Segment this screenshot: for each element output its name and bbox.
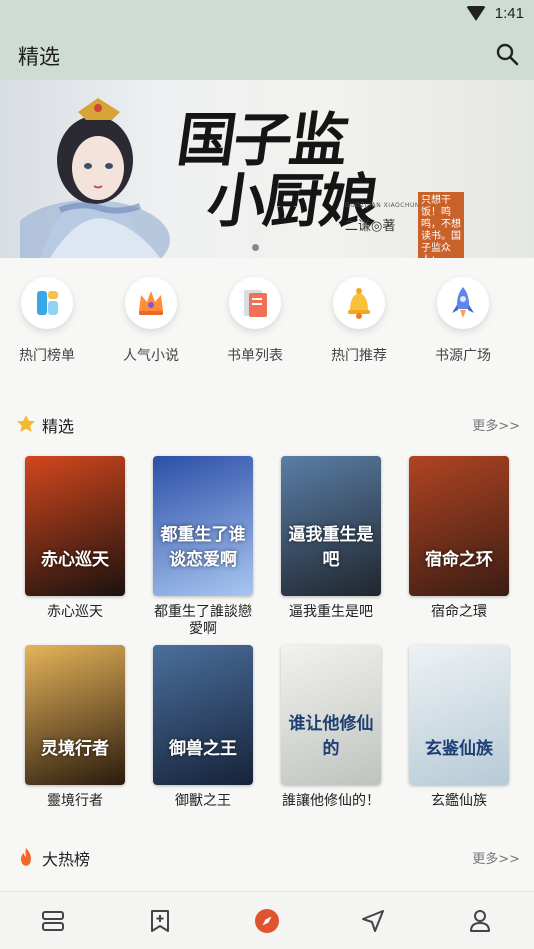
crown-icon [125, 277, 177, 329]
chart-icon [21, 277, 73, 329]
book-cover-title: 都重生了谁谈恋爱啊 [160, 525, 246, 570]
status-bar: 1:41 [0, 0, 534, 28]
book-card[interactable]: 灵境行者 靈境行者 [25, 645, 125, 810]
book-card[interactable]: 谁让他修仙的誰讓他修仙的！ [281, 645, 381, 810]
search-icon[interactable] [494, 41, 520, 67]
book-title: 靈境行者 [47, 793, 103, 809]
app-bar: 精选 [0, 28, 534, 80]
navigate-icon[interactable] [359, 907, 387, 935]
book-card[interactable]: 赤心巡天 赤心巡天 [25, 456, 125, 621]
book-card[interactable]: 都重生了谁谈恋爱啊都重生了誰談戀愛啊 [153, 456, 253, 638]
shortcut-row: 热门榜单 人气小说 书单列表 热门推荐 书源广场 [0, 258, 534, 368]
fire-icon [21, 848, 31, 866]
book-title: 誰讓他修仙的！ [282, 793, 380, 809]
book-title: 逼我重生是吧 [289, 604, 373, 620]
book-title: 玄鑑仙族 [431, 793, 487, 809]
book-cover: 赤心巡天 [25, 456, 125, 596]
book-cover-title: 谁让他修仙的 [288, 714, 374, 759]
book-cover-title: 灵境行者 [41, 739, 109, 759]
book-cover: 逼我重生是吧 [281, 456, 381, 596]
book-cover-title: 玄鉴仙族 [425, 739, 493, 759]
shortcut-popular-novels[interactable]: 人气小说 [109, 272, 193, 365]
banner-tagline: 只想干饭！鸣鸣，不想读书。国子监众人： [418, 192, 464, 258]
book-card[interactable]: 宿命之环 宿命之環 [409, 456, 509, 621]
profile-icon[interactable] [466, 907, 494, 935]
star-icon [17, 415, 35, 432]
discover-icon[interactable] [253, 907, 281, 935]
bookmark-add-icon[interactable] [146, 907, 174, 935]
promo-banner[interactable]: 国子监 小厨娘 GUOZIJIAN XIAOCHUNIANG 二谦◎著 只想干饭… [0, 80, 534, 258]
shortcut-hot-recommend[interactable]: 热门推荐 [317, 272, 401, 365]
page-title: 精选 [18, 45, 60, 69]
book-cover: 灵境行者 [25, 645, 125, 785]
book-cover-title: 逼我重生是吧 [288, 525, 374, 570]
book-cover: 宿命之环 [409, 456, 509, 596]
book-cover-title: 御兽之王 [169, 739, 237, 759]
hot-title: 大热榜 [42, 850, 91, 869]
hot-section-header: 大热榜 更多>> [0, 843, 534, 873]
book-card[interactable]: 御兽之王 御獸之王 [153, 645, 253, 810]
book-cover: 御兽之王 [153, 645, 253, 785]
shortcut-hot-rank[interactable]: 热门榜单 [5, 272, 89, 365]
book-cover: 都重生了谁谈恋爱啊 [153, 456, 253, 596]
bottom-tab-bar [0, 891, 534, 949]
wifi-icon [466, 6, 486, 21]
featured-title: 精选 [42, 417, 75, 436]
book-card[interactable]: 逼我重生是吧 逼我重生是吧 [281, 456, 381, 621]
book-card[interactable]: 玄鉴仙族 玄鑑仙族 [409, 645, 509, 810]
book-cover: 玄鉴仙族 [409, 645, 509, 785]
banner-page-indicator [252, 244, 259, 251]
banner-character-illustration [20, 98, 170, 258]
book-cover-title: 宿命之环 [425, 550, 493, 570]
book-cover: 谁让他修仙的 [281, 645, 381, 785]
banner-title: 国子监 小厨娘 [173, 106, 381, 235]
book-title: 都重生了誰談戀愛啊 [154, 604, 252, 637]
book-cover-title: 赤心巡天 [41, 550, 109, 570]
featured-more-link[interactable]: 更多>> [472, 415, 520, 434]
book-title: 赤心巡天 [47, 604, 103, 620]
bookshelf-icon[interactable] [39, 907, 67, 935]
book-title: 御獸之王 [175, 793, 231, 809]
book-title: 宿命之環 [431, 604, 487, 620]
shortcut-source-square[interactable]: 书源广场 [421, 272, 505, 365]
featured-section-header: 精选 更多>> [0, 410, 534, 440]
booklist-icon [229, 277, 281, 329]
status-time: 1:41 [494, 5, 524, 22]
shortcut-book-lists[interactable]: 书单列表 [213, 272, 297, 365]
hot-more-link[interactable]: 更多>> [472, 848, 520, 867]
rocket-icon [437, 277, 489, 329]
banner-author: 二谦◎著 [345, 219, 396, 234]
bell-icon [333, 277, 385, 329]
